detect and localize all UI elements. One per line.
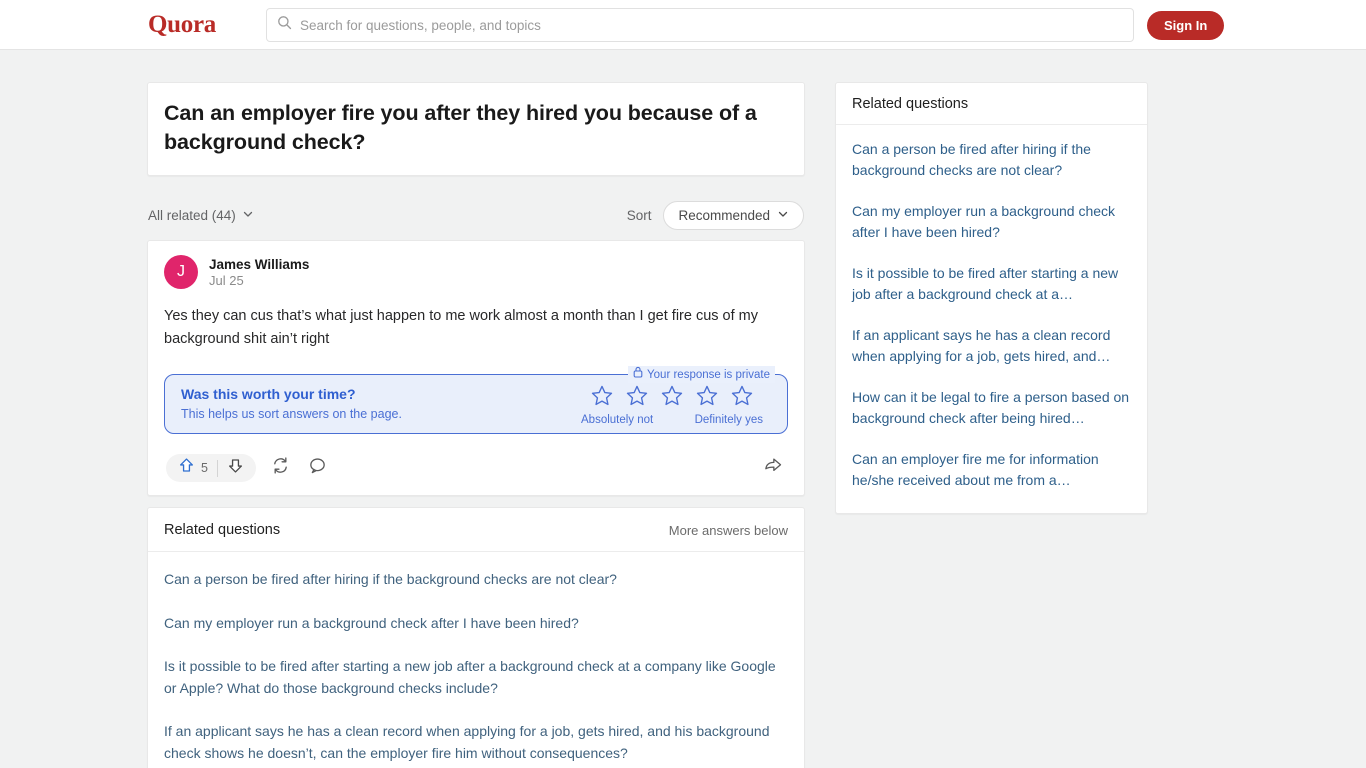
sign-in-button[interactable]: Sign In [1147, 11, 1225, 40]
sort-label: Sort [626, 207, 652, 223]
downvote-icon [227, 457, 244, 479]
list-item[interactable]: Can my employer run a background check a… [164, 602, 788, 646]
all-related-label: All related (44) [148, 207, 236, 223]
sidebar-item-1[interactable]: Can my employer run a background check a… [852, 191, 1131, 253]
list-item[interactable]: If an applicant says he has a clean reco… [164, 710, 788, 768]
private-response-label: Your response is private [647, 368, 770, 381]
answer-action-bar: 5 [164, 447, 788, 489]
filter-sort-row: All related (44) Sort Recommended [147, 196, 805, 234]
upvote-count: 5 [201, 461, 208, 475]
answer-date: Jul 25 [209, 272, 244, 288]
chevron-down-icon [242, 208, 254, 223]
sidebar-item-4[interactable]: How can it be legal to fire a person bas… [852, 377, 1131, 439]
top-header: Quora Sign In [0, 0, 1366, 50]
list-item[interactable]: Is it possible to be fired after startin… [164, 645, 788, 710]
page-body: Can an employer fire you after they hire… [0, 50, 1366, 768]
list-item[interactable]: Can a person be fired after hiring if th… [164, 558, 788, 602]
quora-logo[interactable]: Quora [148, 11, 216, 39]
search-bar[interactable] [266, 8, 1134, 42]
vote-pill: 5 [166, 454, 256, 482]
sort-group: Sort Recommended [626, 200, 804, 230]
more-answers-below-link[interactable]: More answers below [669, 523, 788, 538]
vote-divider [216, 459, 218, 477]
star-label-high: Definitely yes [694, 413, 763, 426]
star-icon-2[interactable] [626, 385, 648, 411]
sort-value: Recommended [678, 207, 770, 223]
sidebar-item-5[interactable]: Can an employer fire me for information … [852, 439, 1131, 501]
avatar[interactable]: J [164, 255, 198, 289]
rating-feedback-box: Your response is private Was this worth … [164, 366, 788, 434]
repost-icon[interactable] [268, 456, 293, 480]
upvote-icon [178, 457, 195, 479]
rating-stars-group: Absolutely not Definitely yes [581, 385, 773, 426]
rating-subtitle: This helps us sort answers on the page. [181, 407, 402, 421]
star-rating[interactable] [581, 385, 763, 411]
author-meta: James Williams Jul 25 [209, 256, 309, 289]
share-icon[interactable] [760, 456, 786, 480]
private-response-note: Your response is private [628, 366, 775, 383]
search-input[interactable] [300, 17, 1123, 33]
star-label-low: Absolutely not [581, 413, 654, 426]
star-rating-labels: Absolutely not Definitely yes [581, 414, 763, 426]
page-title: Can an employer fire you after they hire… [164, 101, 757, 154]
related-questions-card: Related questions More answers below Can… [147, 507, 805, 768]
search-icon [277, 15, 292, 35]
star-icon-5[interactable] [731, 385, 753, 411]
star-icon-3[interactable] [661, 385, 683, 411]
sidebar-item-0[interactable]: Can a person be fired after hiring if th… [852, 129, 1131, 191]
sidebar-title: Related questions [836, 83, 1147, 125]
upvote-button[interactable]: 5 [174, 457, 212, 479]
rating-text-group: Was this worth your time? This helps us … [179, 385, 402, 423]
star-icon-1[interactable] [591, 385, 613, 411]
all-related-dropdown[interactable]: All related (44) [148, 208, 254, 223]
star-icon-4[interactable] [696, 385, 718, 411]
sort-dropdown[interactable]: Recommended [663, 200, 804, 230]
sidebar-related-list: Can a person be fired after hiring if th… [836, 125, 1147, 501]
downvote-button[interactable] [223, 457, 248, 479]
related-questions-title: Related questions [164, 522, 281, 538]
sidebar-item-3[interactable]: If an applicant says he has a clean reco… [852, 315, 1131, 377]
lock-icon [633, 366, 643, 383]
answer-author-row: J James Williams Jul 25 [164, 255, 788, 289]
sidebar: Related questions Can a person be fired … [835, 82, 1148, 514]
action-icons-left: 5 [166, 454, 330, 482]
author-name[interactable]: James Williams [209, 256, 309, 273]
related-questions-header: Related questions More answers below [148, 508, 804, 552]
question-card: Can an employer fire you after they hire… [147, 82, 805, 176]
main-column: Can an employer fire you after they hire… [147, 82, 805, 768]
sidebar-related-questions-card: Related questions Can a person be fired … [835, 82, 1148, 514]
answer-body: Yes they can cus that’s what just happen… [164, 308, 759, 347]
related-questions-list: Can a person be fired after hiring if th… [148, 552, 804, 768]
rating-title: Was this worth your time? [181, 386, 356, 402]
comment-icon[interactable] [305, 456, 330, 480]
chevron-down-icon [777, 208, 789, 223]
sidebar-item-2[interactable]: Is it possible to be fired after startin… [852, 253, 1131, 315]
answer-card: J James Williams Jul 25 Yes they can cus… [147, 240, 805, 496]
